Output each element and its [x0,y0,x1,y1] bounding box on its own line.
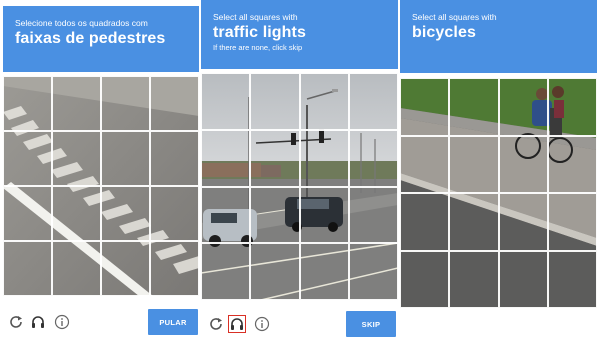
reload-icon[interactable] [207,315,225,333]
image-tile[interactable] [498,135,548,193]
image-tile[interactable] [498,193,548,251]
skip-button[interactable]: PULAR [148,309,198,335]
image-tile[interactable] [400,78,450,136]
challenge-header: Select all squares with traffic lights I… [201,0,398,69]
image-tile[interactable] [3,186,52,241]
image-tile[interactable] [52,76,101,131]
image-tile[interactable] [250,243,300,300]
image-tile[interactable] [52,241,101,296]
image-tile[interactable] [348,129,398,187]
challenge-keyword: bicycles [412,24,476,41]
image-tile[interactable] [101,241,150,296]
image-tile[interactable] [299,73,349,130]
image-tile[interactable] [52,131,101,186]
challenge-footer: SKIP [201,306,398,338]
challenge-hint: If there are none, click skip [213,43,303,52]
tile-grid [201,73,398,300]
image-tile[interactable] [150,131,199,186]
image-tile[interactable] [348,186,398,244]
captcha-panel-bicycles: Select all squares with bicycles [400,0,597,338]
captcha-collage: Selecione todos os quadrados com faixas … [0,0,600,338]
image-tile[interactable] [299,243,349,300]
challenge-header: Select all squares with bicycles [400,0,597,73]
image-tile[interactable] [400,193,450,251]
image-tile[interactable] [52,186,101,241]
image-tile[interactable] [498,78,548,136]
image-tile[interactable] [547,78,597,136]
image-tile[interactable] [3,241,52,296]
image-tile[interactable] [3,76,52,131]
challenge-image [3,76,199,296]
image-tile[interactable] [201,186,251,244]
image-tile[interactable] [101,186,150,241]
image-tile[interactable] [150,76,199,131]
image-tile[interactable] [101,131,150,186]
audio-icon[interactable] [228,315,246,333]
image-tile[interactable] [449,78,499,136]
image-tile[interactable] [498,250,548,308]
image-tile[interactable] [101,76,150,131]
skip-button[interactable]: SKIP [346,311,396,337]
image-tile[interactable] [299,129,349,187]
image-tile[interactable] [449,135,499,193]
captcha-panel-crosswalks: Selecione todos os quadrados com faixas … [3,0,199,338]
image-tile[interactable] [449,193,499,251]
challenge-image [201,73,398,300]
tile-grid [400,78,597,308]
info-icon[interactable] [253,315,271,333]
image-tile[interactable] [348,73,398,130]
image-tile[interactable] [400,250,450,308]
info-icon[interactable] [53,313,71,331]
image-tile[interactable] [250,129,300,187]
challenge-image [400,78,597,308]
challenge-keyword: faixas de pedestres [15,30,166,47]
challenge-instruction: Select all squares with [213,12,298,22]
image-tile[interactable] [299,186,349,244]
image-tile[interactable] [547,135,597,193]
image-tile[interactable] [449,250,499,308]
captcha-panel-traffic-lights: Select all squares with traffic lights I… [201,0,398,338]
image-tile[interactable] [201,243,251,300]
reload-icon[interactable] [7,313,25,331]
image-tile[interactable] [201,73,251,130]
image-tile[interactable] [547,250,597,308]
challenge-footer: PULAR [3,304,199,338]
image-tile[interactable] [150,241,199,296]
challenge-instruction: Selecione todos os quadrados com [15,18,148,28]
audio-icon[interactable] [29,313,47,331]
image-tile[interactable] [348,243,398,300]
image-tile[interactable] [250,73,300,130]
challenge-header: Selecione todos os quadrados com faixas … [3,6,199,72]
image-tile[interactable] [400,135,450,193]
challenge-instruction: Select all squares with [412,12,497,22]
challenge-keyword: traffic lights [213,24,306,41]
image-tile[interactable] [250,186,300,244]
image-tile[interactable] [201,129,251,187]
tile-grid [3,76,199,296]
image-tile[interactable] [150,186,199,241]
image-tile[interactable] [547,193,597,251]
image-tile[interactable] [3,131,52,186]
